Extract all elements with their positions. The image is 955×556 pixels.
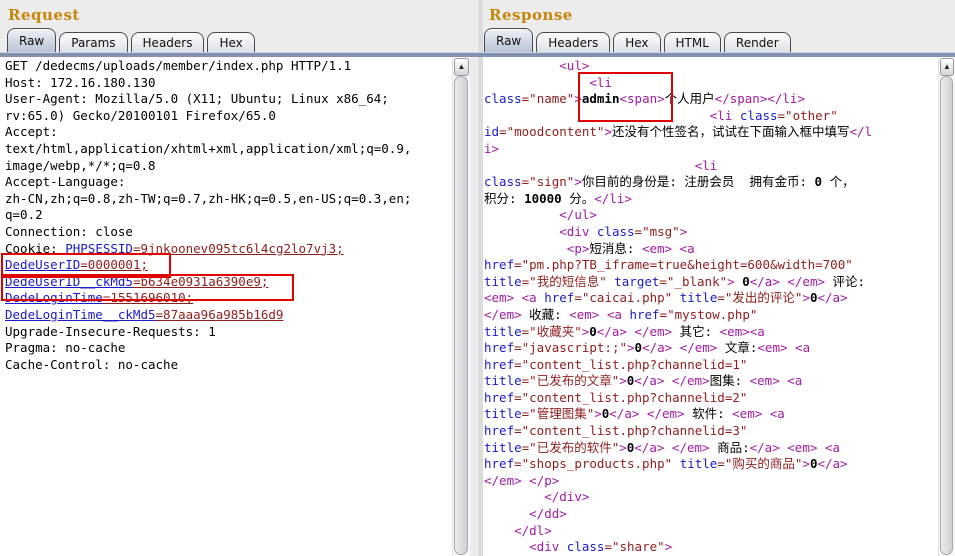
code-line: text/html,application/xhtml+xml,applicat…	[5, 141, 452, 158]
request-tab-raw[interactable]: Raw	[7, 28, 56, 52]
code-line: <ul>	[484, 58, 938, 75]
request-tab-hex[interactable]: Hex	[207, 32, 254, 52]
request-scrollbar[interactable]: ▲	[452, 57, 470, 556]
code-line: GET /dedecms/uploads/member/index.php HT…	[5, 58, 452, 75]
request-panel: Request RawParamsHeadersHex GET /dedecms…	[0, 0, 470, 556]
code-line: </dl>	[484, 523, 938, 540]
code-line: i>	[484, 141, 938, 158]
scroll-up-icon[interactable]: ▲	[454, 58, 469, 76]
code-line: id="moodcontent">还没有个性签名，试试在下面输入框中填写</l	[484, 124, 938, 141]
request-raw-text: GET /dedecms/uploads/member/index.php HT…	[0, 57, 452, 373]
request-raw-view[interactable]: GET /dedecms/uploads/member/index.php HT…	[0, 57, 452, 556]
code-line: <div class="msg">	[484, 224, 938, 241]
code-line: href="pm.php?TB_iframe=true&height=600&w…	[484, 257, 938, 274]
code-line: title="已发布的软件">0</a> </em> 商品:</a> <em> …	[484, 440, 938, 457]
code-line: Connection: close	[5, 224, 452, 241]
request-tabs: RawParamsHeadersHex	[0, 28, 470, 52]
request-scrollbar-thumb[interactable]	[454, 76, 468, 555]
response-scrollbar[interactable]: ▲	[938, 57, 955, 556]
code-line: DedeUserID=0000001;	[5, 257, 452, 274]
code-line: title="收藏夹">0</a> </em> 其它: <em><a	[484, 324, 938, 341]
code-line: <li	[484, 75, 938, 92]
request-panel-title: Request	[0, 0, 470, 22]
code-line: title="管理图集">0</a> </em> 软件: <em> <a	[484, 406, 938, 423]
response-tab-hex[interactable]: Hex	[613, 32, 660, 52]
code-line: Accept-Language:	[5, 174, 452, 191]
code-line: image/webp,*/*;q=0.8	[5, 158, 452, 175]
code-line: DedeUserID__ckMd5=b634e0931a6390e9;	[5, 274, 452, 291]
code-line: Pragma: no-cache	[5, 340, 452, 357]
code-line: DedeLoginTime__ckMd5=87aaa96a985b16d9	[5, 307, 452, 324]
response-tabs: RawHeadersHexHTMLRender	[470, 28, 955, 52]
code-line: href="javascript:;">0</a> </em> 文章:<em> …	[484, 340, 938, 357]
code-line: rv:65.0) Gecko/20100101 Firefox/65.0	[5, 108, 452, 125]
response-raw-view[interactable]: <ul> <liclass="name">admin<span>个人用户</sp…	[483, 57, 938, 556]
scroll-up-icon[interactable]: ▲	[940, 58, 954, 76]
code-line: href="content_list.php?channelid=2"	[484, 390, 938, 407]
response-tab-headers[interactable]: Headers	[536, 32, 610, 52]
code-line: </ul>	[484, 207, 938, 224]
response-tab-render[interactable]: Render	[724, 32, 791, 52]
code-line: Cache-Control: no-cache	[5, 357, 452, 374]
response-scrollbar-thumb[interactable]	[940, 76, 953, 555]
code-line: </em> </p>	[484, 473, 938, 490]
response-panel-title: Response	[470, 0, 955, 22]
code-line: <li	[484, 158, 938, 175]
code-line: href="shops_products.php" title="购买的商品">…	[484, 456, 938, 473]
code-line: 积分: 10000 分。</li>	[484, 191, 938, 208]
code-line: Upgrade-Insecure-Requests: 1	[5, 324, 452, 341]
code-line: DedeLoginTime=1551696010;	[5, 290, 452, 307]
code-line: </div>	[484, 489, 938, 506]
code-line: <div class="share">	[484, 539, 938, 556]
code-line: User-Agent: Mozilla/5.0 (X11; Ubuntu; Li…	[5, 91, 452, 108]
response-tab-raw[interactable]: Raw	[484, 28, 533, 52]
response-raw-text: <ul> <liclass="name">admin<span>个人用户</sp…	[483, 57, 938, 556]
code-line: <li class="other"	[484, 108, 938, 125]
code-line: zh-CN,zh;q=0.8,zh-TW;q=0.7,zh-HK;q=0.5,e…	[5, 191, 452, 208]
http-message-viewer: Request RawParamsHeadersHex GET /dedecms…	[0, 0, 955, 556]
code-line: class="name">admin<span>个人用户</span></li>	[484, 91, 938, 108]
code-line: href="content_list.php?channelid=1"	[484, 357, 938, 374]
response-tab-html[interactable]: HTML	[664, 32, 721, 52]
code-line: href="content_list.php?channelid=3"	[484, 423, 938, 440]
code-line: title="已发布的文章">0</a> </em>图集: <em> <a	[484, 373, 938, 390]
response-panel: Response RawHeadersHexHTMLRender <ul> <l…	[470, 0, 955, 556]
code-line: Accept:	[5, 124, 452, 141]
code-line: <em> <a href="caicai.php" title="发出的评论">…	[484, 290, 938, 307]
code-line: class="sign">你目前的身份是: 注册会员 拥有金币: 0 个，	[484, 174, 938, 191]
code-line: title="我的短信息" target="_blank"> 0</a> </e…	[484, 274, 938, 291]
code-line: </dd>	[484, 506, 938, 523]
code-line: <p>短消息: <em> <a	[484, 241, 938, 258]
code-line: </em> 收藏: <em> <a href="mystow.php"	[484, 307, 938, 324]
request-tab-headers[interactable]: Headers	[131, 32, 205, 52]
code-line: q=0.2	[5, 207, 452, 224]
request-tab-params[interactable]: Params	[59, 32, 127, 52]
code-line: Cookie: PHPSESSID=9jnkoonev095tc6l4cg2lo…	[5, 241, 452, 258]
code-line: Host: 172.16.180.130	[5, 75, 452, 92]
